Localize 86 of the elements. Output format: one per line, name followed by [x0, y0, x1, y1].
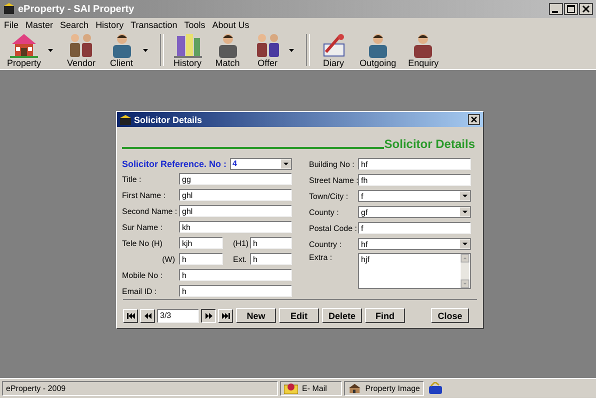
- toolbar-button[interactable]: Outgoing: [356, 32, 400, 68]
- menu-item[interactable]: Master: [26, 20, 54, 30]
- input-field[interactable]: fh: [358, 174, 471, 186]
- field-label: Sur Name :: [122, 222, 164, 232]
- text-area[interactable]: hjf: [358, 253, 471, 289]
- box-icon: [120, 114, 131, 124]
- house-icon: [10, 32, 38, 58]
- dropdown-arrow-icon[interactable]: [142, 48, 148, 52]
- section-heading: Solicitor Details: [384, 137, 475, 151]
- status-button[interactable]: Property Image: [344, 381, 424, 396]
- menu-item[interactable]: Transaction: [130, 20, 178, 30]
- field-label: (H1): [233, 238, 250, 248]
- field-label: Extra :: [309, 253, 334, 262]
- first-icon: [126, 312, 134, 318]
- dropdown-field[interactable]: f: [358, 190, 471, 202]
- field-label: Postal Code :: [309, 224, 358, 232]
- close-icon[interactable]: [468, 114, 480, 125]
- field-label: Country :: [309, 240, 342, 248]
- maximize-icon[interactable]: [564, 3, 578, 15]
- record-field[interactable]: 3/3: [157, 308, 199, 322]
- toolbar-button[interactable]: Client: [104, 32, 140, 68]
- close-icon[interactable]: [579, 3, 593, 15]
- toolbar-button[interactable]: Offer: [250, 32, 286, 68]
- action-button[interactable]: New: [236, 308, 276, 323]
- action-button[interactable]: Delete: [322, 308, 362, 323]
- toolbar-button[interactable]: History: [170, 32, 206, 68]
- house-icon: [348, 383, 362, 394]
- field-label: Ext.: [233, 254, 248, 264]
- field-label: County :: [309, 208, 340, 216]
- last-icon: [222, 312, 230, 318]
- envelope-icon: [284, 383, 298, 394]
- input-field[interactable]: ghl: [179, 205, 292, 217]
- rewind-icon: [144, 312, 152, 318]
- toolbar-button[interactable]: Vendor: [63, 32, 100, 68]
- toolbar-button[interactable]: Property: [3, 32, 46, 68]
- input-field[interactable]: hf: [358, 158, 471, 170]
- input-field[interactable]: h: [250, 237, 292, 249]
- field-label: Solicitor Reference. No :: [122, 158, 227, 168]
- previous-record-button[interactable]: [140, 308, 155, 322]
- dialog-title: Solicitor Details: [134, 114, 202, 124]
- minimize-icon[interactable]: [549, 3, 563, 15]
- action-button[interactable]: Find: [365, 308, 405, 323]
- input-field[interactable]: h: [250, 253, 292, 265]
- field-label: First Name :: [122, 190, 167, 200]
- menu-item[interactable]: Search: [60, 20, 89, 30]
- field-label: Tele No (H): [122, 238, 164, 248]
- dropdown-arrow-icon[interactable]: [48, 48, 54, 52]
- input-field[interactable]: gg: [179, 173, 292, 185]
- input-field[interactable]: kjh: [179, 237, 223, 249]
- input-field[interactable]: h: [179, 269, 292, 281]
- action-button[interactable]: Edit: [279, 308, 319, 323]
- menu-item[interactable]: History: [96, 20, 124, 30]
- status-button[interactable]: E- Mail: [280, 381, 342, 396]
- window-title: eProperty - SAI Property: [18, 4, 134, 14]
- menu-item[interactable]: Tools: [184, 20, 206, 30]
- box-icon: [3, 3, 15, 15]
- input-field[interactable]: ghl: [179, 189, 292, 201]
- last-record-button[interactable]: [218, 308, 233, 322]
- toolbar-button[interactable]: Diary: [316, 32, 352, 68]
- dropdown-field[interactable]: gf: [358, 206, 471, 218]
- menu-item[interactable]: About Us: [212, 20, 250, 30]
- field-label: Email ID :: [122, 286, 158, 296]
- field-label: Second Name :: [122, 206, 178, 216]
- field-label: Street Name :: [309, 176, 358, 184]
- field-label: Building No :: [309, 160, 356, 168]
- scrollbar-icon[interactable]: [460, 254, 470, 288]
- input-field[interactable]: f: [358, 222, 471, 234]
- fast-forward-icon: [204, 312, 212, 318]
- reference-dropdown[interactable]: 4: [230, 158, 292, 170]
- input-field[interactable]: h: [179, 253, 223, 265]
- field-label: Town/City :: [309, 192, 350, 200]
- dropdown-field[interactable]: hf: [358, 238, 471, 250]
- input-field[interactable]: h: [179, 285, 292, 297]
- field-label: Title :: [122, 174, 142, 184]
- first-record-button[interactable]: [123, 308, 138, 322]
- menu-item[interactable]: File: [4, 20, 19, 30]
- book-icon: [174, 32, 202, 58]
- toolbar-button[interactable]: Match: [210, 32, 246, 68]
- next-record-button[interactable]: [201, 308, 216, 322]
- status-text: eProperty - 2009: [2, 381, 278, 396]
- toolbar-button[interactable]: Enquiry: [404, 32, 443, 68]
- dropdown-arrow-icon[interactable]: [288, 48, 294, 52]
- field-label: Mobile No :: [122, 270, 164, 280]
- field-label: (W): [161, 254, 176, 264]
- input-field[interactable]: kh: [179, 221, 292, 233]
- close-button[interactable]: Close: [431, 308, 469, 323]
